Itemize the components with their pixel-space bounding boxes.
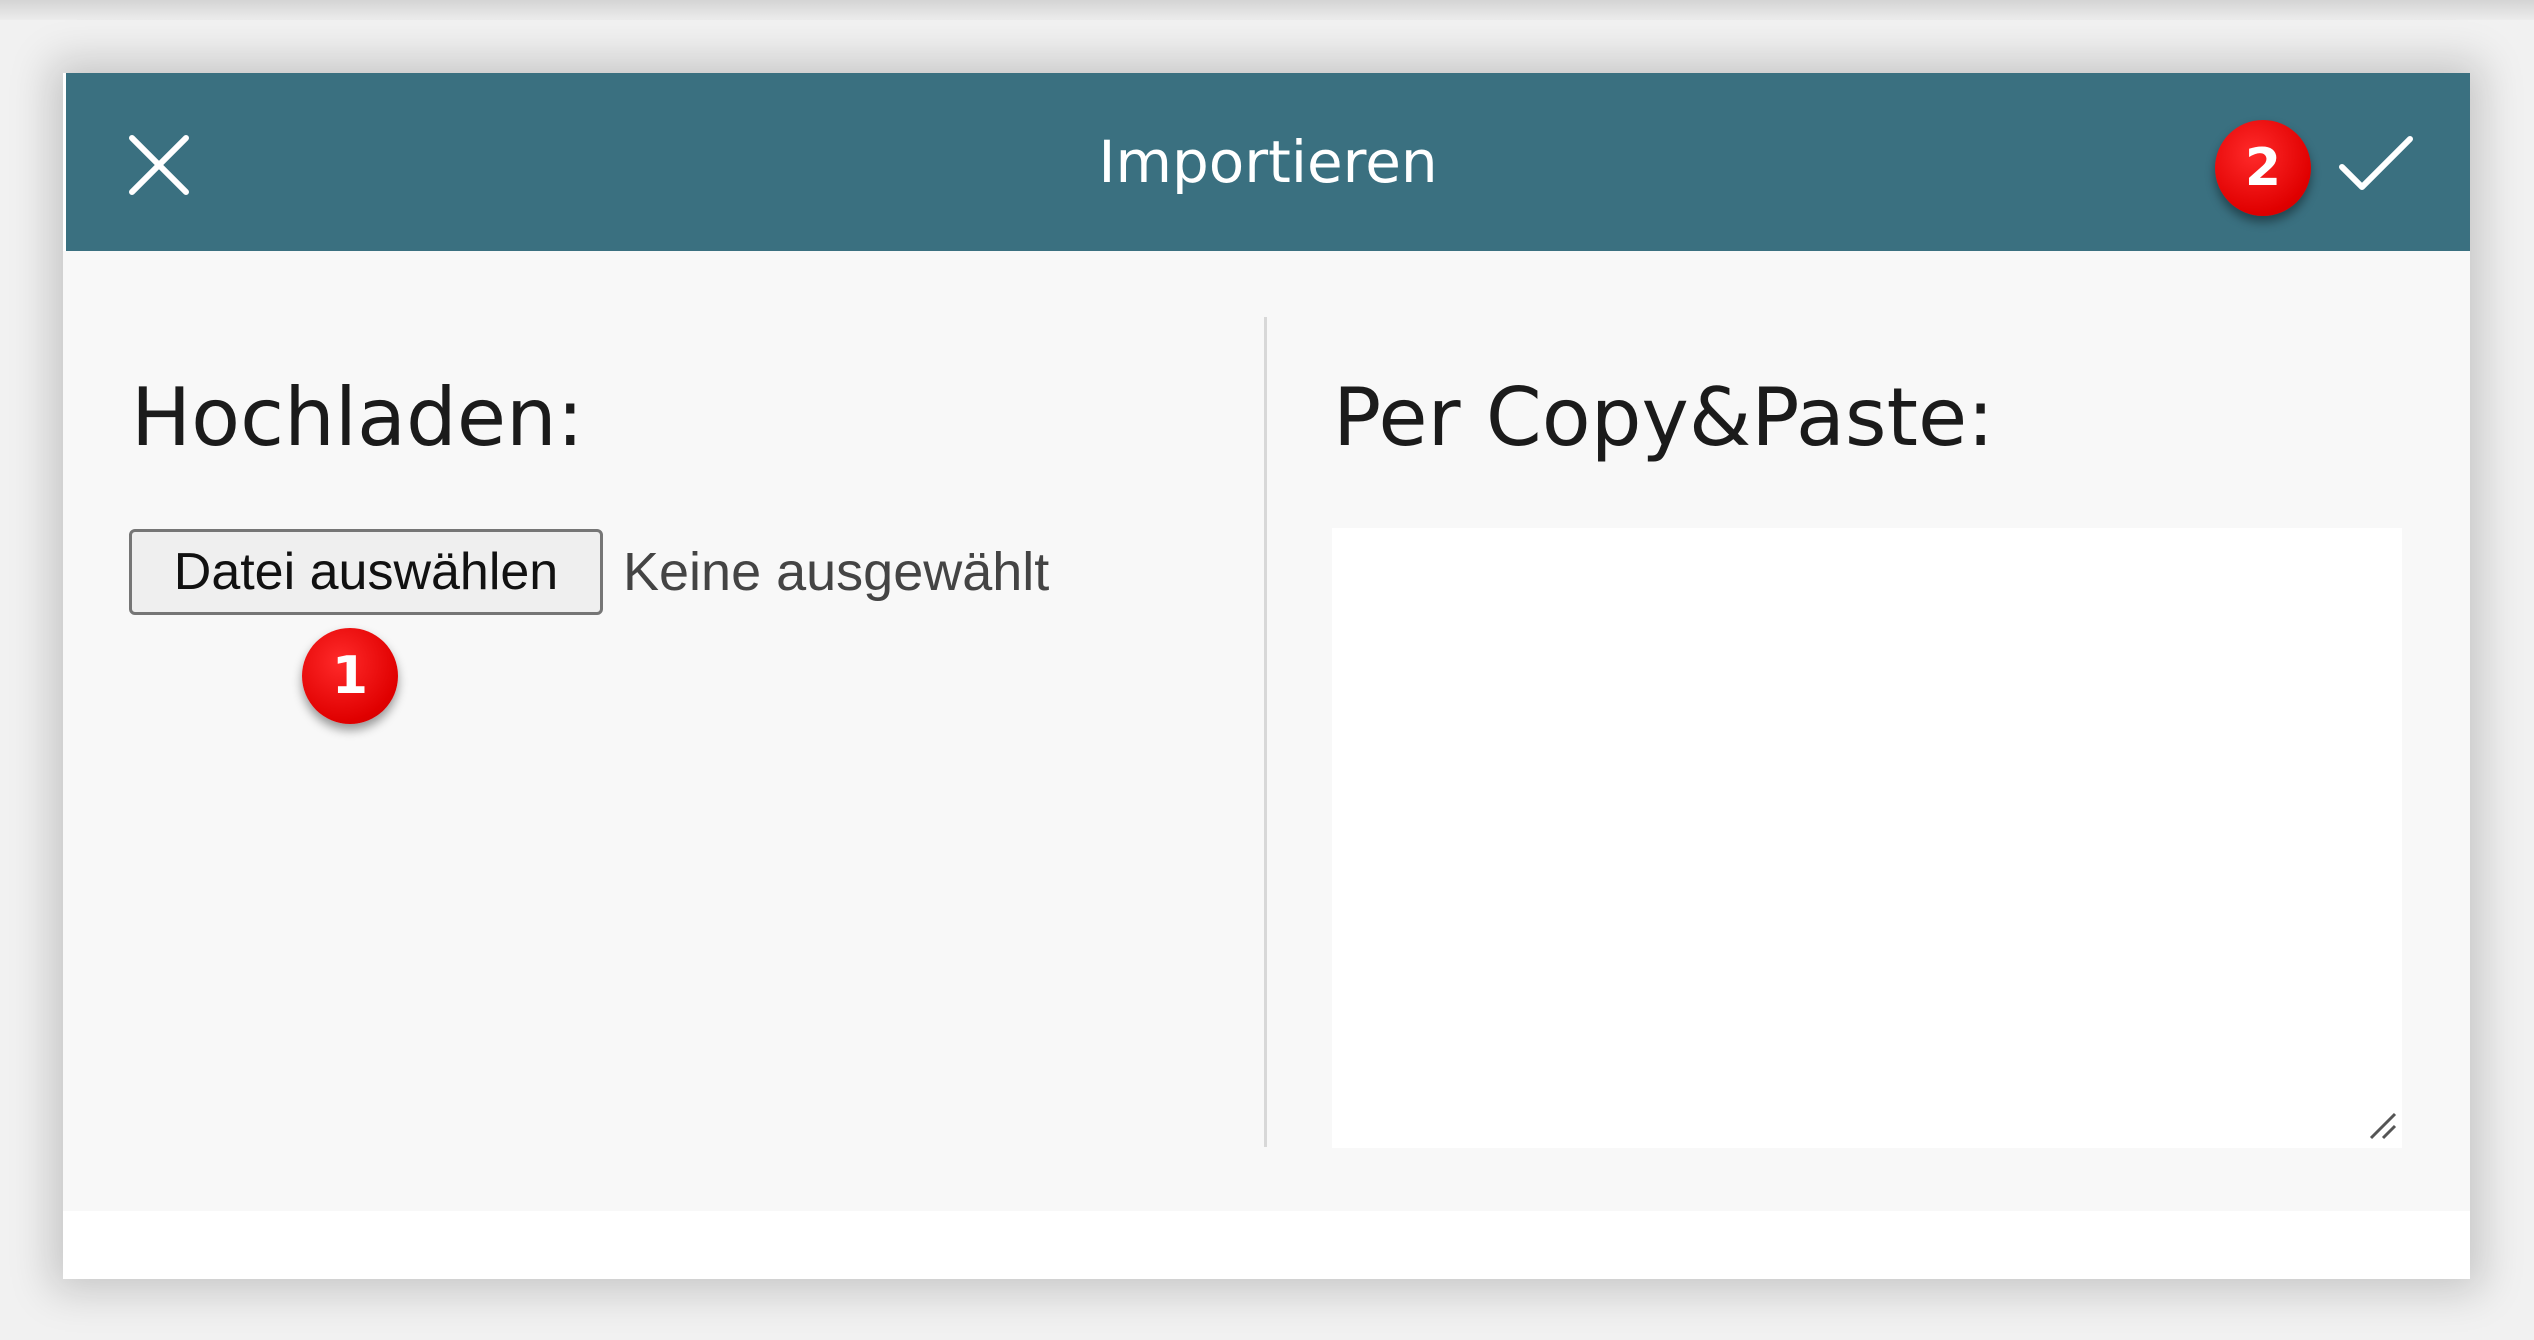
- paste-heading: Per Copy&Paste:: [1333, 371, 1995, 464]
- close-icon: [129, 135, 189, 195]
- confirm-button[interactable]: [2336, 129, 2416, 199]
- close-button[interactable]: [124, 130, 194, 200]
- dialog-title: Importieren: [1098, 128, 1438, 196]
- import-dialog: Importieren Hochladen: Datei auswählen K…: [63, 73, 2470, 1279]
- resize-handle-icon[interactable]: [2363, 1106, 2399, 1142]
- dialog-body: Hochladen: Datei auswählen Keine ausgewä…: [63, 251, 2470, 1211]
- column-divider: [1264, 317, 1267, 1147]
- dialog-header: Importieren: [66, 73, 2470, 251]
- upload-heading: Hochladen:: [131, 371, 584, 464]
- choose-file-button[interactable]: Datei auswählen: [129, 529, 603, 615]
- step-badge-2: 2: [2215, 120, 2311, 216]
- paste-textarea[interactable]: [1332, 528, 2402, 1148]
- step-badge-1: 1: [302, 628, 398, 724]
- file-status-text: Keine ausgewählt: [623, 542, 1050, 602]
- checkmark-icon: [2339, 136, 2413, 190]
- browser-top-edge: [0, 0, 2534, 20]
